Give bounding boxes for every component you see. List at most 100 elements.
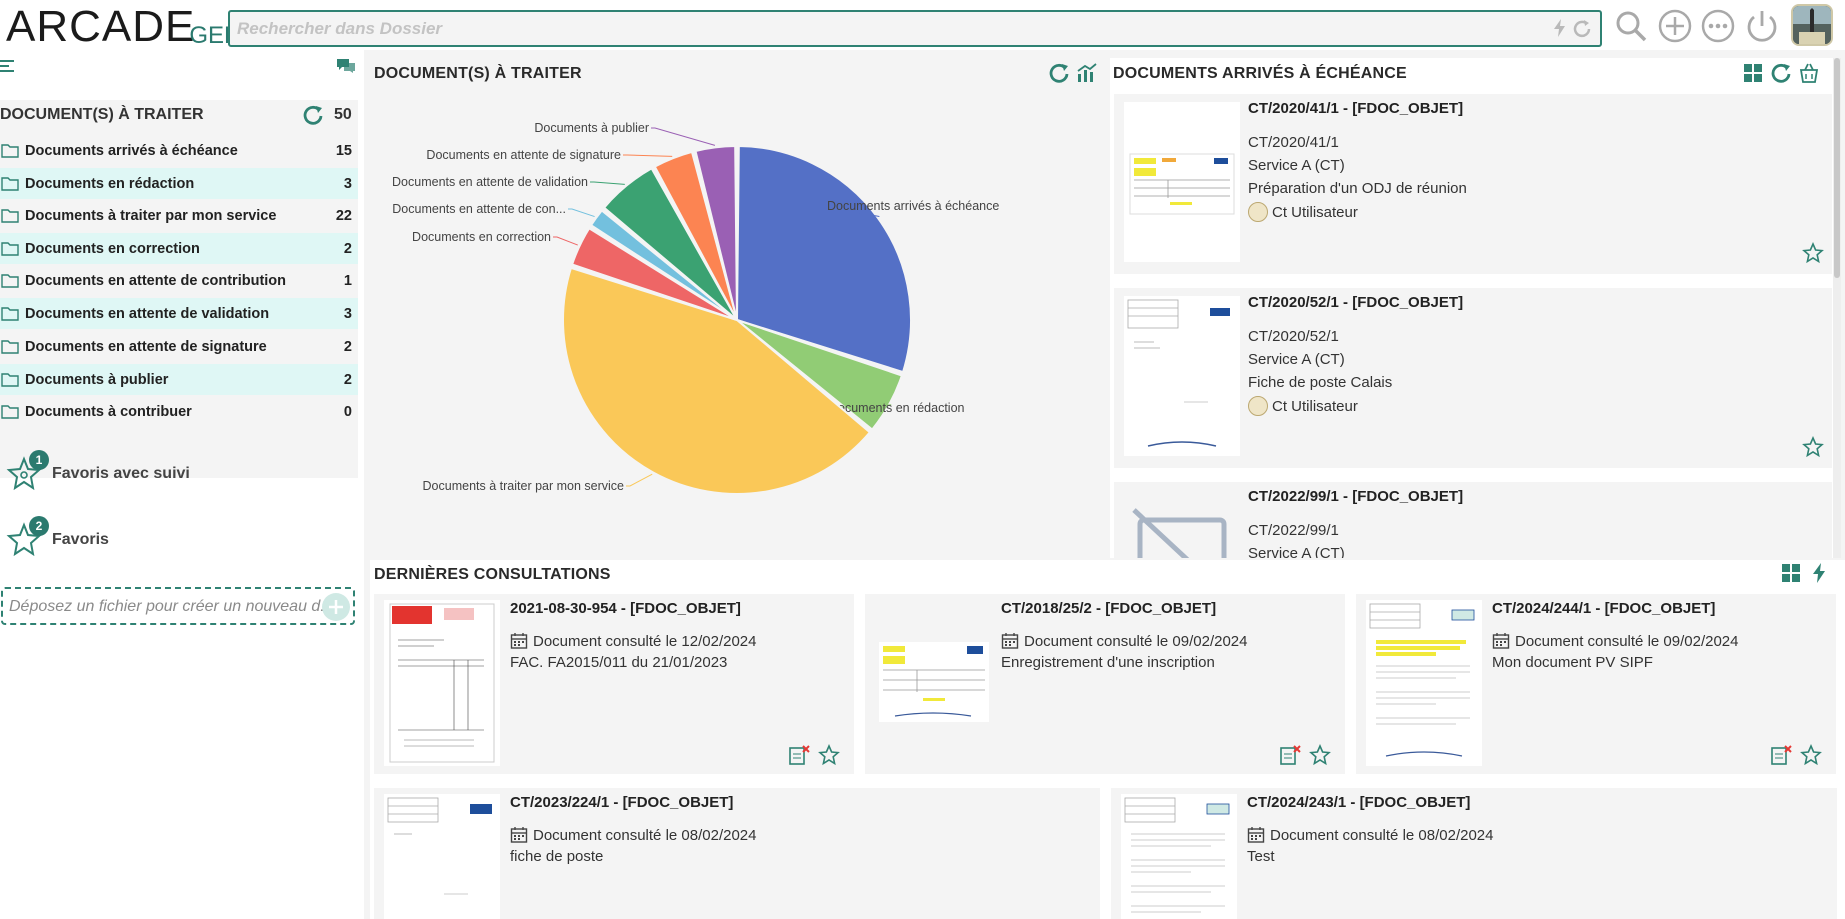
due-document-desc: Préparation d'un ODJ de réunion [1248, 180, 1467, 197]
recent-document-date-text: Document consulté le 09/02/2024 [1515, 632, 1739, 650]
remove-from-history-icon[interactable] [1279, 744, 1301, 766]
app-root: ARCADE GED DOCUMENT(S) À TRAITER 50 Docu… [0, 0, 1845, 919]
document-thumbnail [1124, 102, 1240, 262]
recent-panel-title: DERNIÈRES CONSULTATIONS [374, 566, 611, 583]
dropzone-add-button[interactable] [322, 593, 350, 621]
document-preview-icon [1366, 600, 1482, 766]
due-document-card[interactable]: CT/2020/41/1 - [FDOC_OBJET] CT/2020/41/1… [1114, 94, 1832, 274]
pie-label: Documents à publier [534, 121, 649, 135]
document-thumbnail [1121, 794, 1237, 919]
remove-from-history-icon[interactable] [1770, 744, 1792, 766]
file-dropzone[interactable]: Déposez un fichier pour créer un nouveau… [1, 587, 355, 625]
favorite-star-icon[interactable] [818, 744, 840, 766]
document-thumbnail [875, 600, 991, 766]
pie-label: Documents en correction [412, 230, 551, 244]
document-thumbnail [384, 794, 500, 919]
favorites-badge: 2 [29, 516, 49, 536]
queue-item-count: 2 [343, 240, 352, 257]
queue-item-correction[interactable]: Documents en correction 2 [0, 233, 358, 264]
grid-view-icon[interactable] [1742, 62, 1764, 84]
recent-document-title: CT/2024/243/1 - [FDOC_OBJET] [1247, 794, 1471, 811]
queue-item-signature[interactable]: Documents en attente de signature 2 [0, 331, 358, 362]
scrollbar-thumb[interactable] [1834, 58, 1840, 278]
queue-item-validation[interactable]: Documents en attente de validation 3 [0, 298, 358, 329]
due-document-desc: Fiche de poste Calais [1248, 374, 1393, 391]
folder-icon [1, 242, 19, 256]
due-document-service: Service A (CT) [1248, 351, 1345, 368]
menu-toggle-icon[interactable] [0, 58, 16, 74]
document-preview-icon [1121, 794, 1237, 919]
more-icon[interactable] [1700, 8, 1736, 44]
user-avatar[interactable] [1791, 4, 1833, 46]
remove-from-history-icon[interactable] [788, 744, 810, 766]
queue-item-contribution[interactable]: Documents en attente de contribution 1 [0, 265, 358, 296]
app-logo[interactable]: ARCADE GED [6, 4, 241, 49]
pie-leader-line [651, 127, 716, 146]
calendar-icon [510, 827, 528, 843]
favorites[interactable]: 2 Favoris [6, 516, 109, 558]
queue-title: DOCUMENT(S) À TRAITER [0, 106, 204, 123]
document-preview-icon [384, 794, 500, 919]
document-preview-icon [1124, 296, 1240, 456]
refresh-icon[interactable] [1770, 62, 1792, 84]
dropzone-text: Déposez un fichier pour créer un nouveau… [9, 598, 334, 615]
folder-icon [1, 144, 19, 158]
pie-leader-line [623, 154, 673, 157]
refresh-icon[interactable] [1572, 18, 1592, 38]
due-panel-scrollbar[interactable] [1833, 58, 1841, 558]
sidebar-toolbar [0, 58, 364, 78]
lightning-icon[interactable] [1808, 562, 1830, 584]
search-icon[interactable] [1613, 8, 1649, 44]
queue-item-label: Documents en correction [25, 240, 200, 257]
pie-label: Documents en attente de validation [392, 175, 588, 189]
power-icon[interactable] [1744, 8, 1780, 44]
add-icon[interactable] [1657, 8, 1693, 44]
refresh-icon[interactable] [302, 104, 324, 126]
queue-item-arrives-echeance[interactable]: Documents arrivés à échéance 15 [0, 135, 358, 166]
queue-item-redaction[interactable]: Documents en rédaction 3 [0, 168, 358, 199]
recent-panel-actions [1780, 562, 1830, 584]
queue-item-count: 22 [335, 207, 352, 224]
due-document-card[interactable]: CT/2022/99/1 - [FDOC_OBJET] CT/2022/99/1… [1114, 482, 1832, 558]
queue-item-publier[interactable]: Documents à publier 2 [0, 364, 358, 395]
recent-document-date-text: Document consulté le 08/02/2024 [533, 826, 757, 844]
favorites-label: Favoris [52, 531, 109, 548]
favorite-star-icon[interactable] [1309, 744, 1331, 766]
grid-view-icon[interactable] [1780, 562, 1802, 584]
pie-label: Documents arrivés à échéance [827, 199, 999, 213]
due-document-card[interactable]: CT/2020/52/1 - [FDOC_OBJET] CT/2020/52/1… [1114, 288, 1832, 468]
favorite-star-icon[interactable] [1800, 744, 1822, 766]
pie-leader-line [626, 473, 653, 487]
basket-icon[interactable] [1798, 62, 1820, 84]
queue-item-label: Documents à publier [25, 371, 169, 388]
queue-item-count: 15 [335, 142, 352, 159]
queue-item-label: Documents à traiter par mon service [25, 207, 277, 224]
recent-document-card[interactable]: 2021-08-30-954 - [FDOC_OBJET] Document c… [374, 594, 854, 774]
recent-document-card[interactable]: CT/2018/25/2 - [FDOC_OBJET] Document con… [865, 594, 1345, 774]
favorite-star-icon[interactable] [1802, 242, 1824, 264]
document-thumbnail [1124, 296, 1240, 456]
search-input[interactable] [230, 12, 1600, 45]
chat-icon[interactable] [336, 58, 356, 74]
chart-type-icon[interactable] [1076, 62, 1098, 84]
queue-item-mon-service[interactable]: Documents à traiter par mon service 22 [0, 200, 358, 231]
recent-document-card[interactable]: CT/2024/243/1 - [FDOC_OBJET] Document co… [1111, 788, 1837, 919]
recent-document-card[interactable]: CT/2024/244/1 - [FDOC_OBJET] Document co… [1356, 594, 1836, 774]
chart-panel: Documents arrivés à échéance Documents en… [370, 58, 1101, 558]
queue-item-count: 2 [343, 371, 352, 388]
queue-item-count: 1 [343, 272, 352, 289]
due-document-user-name: Ct Utilisateur [1272, 203, 1358, 221]
recent-document-date: Document consulté le 08/02/2024 [1247, 826, 1493, 844]
queue-item-contribuer[interactable]: Documents à contribuer 0 [0, 396, 358, 427]
favorites-followed-badge: 1 [29, 450, 49, 470]
pie-chart: Documents arrivés à échéance Documents en… [392, 121, 999, 496]
refresh-icon[interactable] [1048, 62, 1070, 84]
favorite-star-icon[interactable] [1802, 436, 1824, 458]
recent-document-desc: Test [1247, 848, 1275, 865]
calendar-icon [510, 633, 528, 649]
user-icon [1248, 396, 1268, 416]
due-panel-actions [1742, 62, 1820, 84]
recent-document-card[interactable]: CT/2023/224/1 - [FDOC_OBJET] Document co… [374, 788, 1100, 919]
lightning-icon[interactable] [1550, 18, 1570, 38]
favorites-followed[interactable]: 1 Favoris avec suivi [6, 450, 190, 492]
